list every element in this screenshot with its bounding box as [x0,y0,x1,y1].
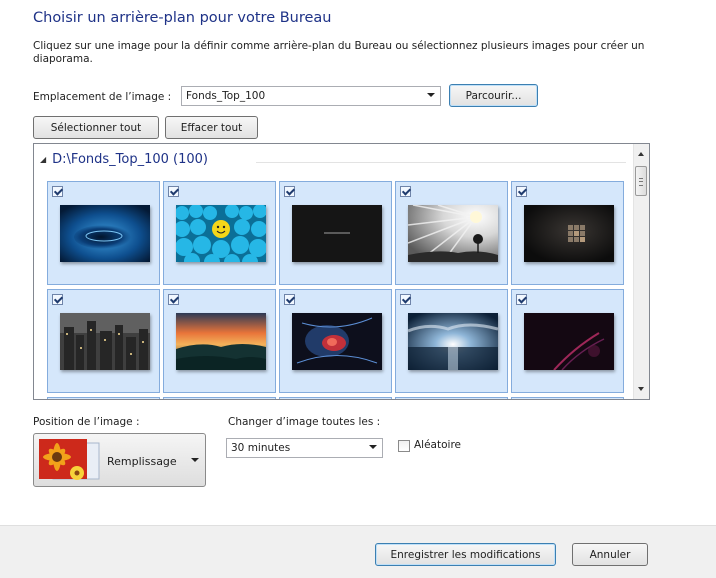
gallery-group-header[interactable]: ◢ D:\Fonds_Top_100 (100) [40,152,208,167]
page-title: Choisir un arrière-plan pour votre Burea… [33,10,332,26]
wallpaper-tile[interactable] [47,397,160,399]
expand-triangle-icon[interactable]: ◢ [40,155,46,164]
chevron-down-icon [191,458,199,462]
wallpaper-thumbnail-sunburst-tree [408,205,498,262]
location-dropdown-value: Fonds_Top_100 [186,90,266,102]
select-all-button[interactable]: Sélectionner tout [33,116,159,139]
tile-checkbox[interactable] [400,186,411,197]
wallpaper-tile[interactable] [511,397,624,399]
tile-checkbox[interactable] [52,294,63,305]
wallpaper-thumbnail-dark [292,205,382,262]
tile-checkbox[interactable] [284,186,295,197]
scroll-down-icon[interactable] [638,387,644,391]
clear-all-button[interactable]: Effacer tout [165,116,258,139]
tile-checkbox[interactable] [168,186,179,197]
wallpaper-tile[interactable] [47,289,160,393]
wallpaper-tile[interactable] [279,181,392,285]
location-label: Emplacement de l’image : [33,91,172,103]
wallpaper-thumbnail-abstract [292,313,382,370]
chevron-down-icon [427,93,435,97]
browse-button[interactable]: Parcourir... [449,84,538,107]
save-changes-button[interactable]: Enregistrer les modifications [375,543,556,566]
wallpaper-thumbnail-sunset [176,313,266,370]
tile-checkbox[interactable] [284,294,295,305]
wallpaper-tile[interactable] [395,289,508,393]
group-divider [256,162,626,163]
wallpaper-tile[interactable] [511,289,624,393]
cancel-button[interactable]: Annuler [572,543,648,566]
wallpaper-tile[interactable] [395,397,508,399]
wallpaper-tile[interactable] [163,397,276,399]
wallpaper-thumbnail-city [60,313,150,370]
wallpaper-tile[interactable] [163,289,276,393]
interval-dropdown-value: 30 minutes [231,442,291,454]
wallpaper-thumbnail-cube [524,205,614,262]
interval-dropdown[interactable]: 30 minutes [226,438,383,458]
location-dropdown[interactable]: Fonds_Top_100 [181,86,441,106]
wallpaper-tile[interactable] [279,289,392,393]
wallpaper-thumbnail-water-drop [60,205,150,262]
footer-bar: Enregistrer les modifications Annuler [0,525,716,578]
vertical-scrollbar[interactable] [633,144,649,399]
tile-checkbox[interactable] [516,294,527,305]
wallpaper-tile[interactable] [163,181,276,285]
wallpaper-tile[interactable] [395,181,508,285]
wallpaper-gallery[interactable]: ◢ D:\Fonds_Top_100 (100) [33,143,650,400]
wallpaper-tile[interactable] [279,397,392,399]
tile-checkbox[interactable] [168,294,179,305]
interval-label: Changer d’image toutes les : [228,416,381,428]
wallpaper-tile[interactable] [511,181,624,285]
page-description: Cliquez sur une image pour la définir co… [33,40,645,65]
wallpaper-thumbnail-sky [408,313,498,370]
tile-checkbox[interactable] [516,186,527,197]
chevron-down-icon [369,445,377,449]
wallpaper-tile[interactable] [47,181,160,285]
random-checkbox[interactable] [398,440,410,452]
scrollbar-thumb[interactable] [635,166,647,196]
position-dropdown[interactable]: Remplissage [33,433,206,487]
position-label: Position de l’image : [33,416,140,428]
random-label: Aléatoire [414,439,461,451]
scroll-up-icon[interactable] [638,152,644,156]
tile-checkbox[interactable] [400,294,411,305]
position-dropdown-value: Remplissage [107,455,177,468]
wallpaper-thumbnail-blue-balls [176,205,266,262]
grip-icon [639,178,643,186]
flower-wallpaper-icon [39,439,100,480]
tile-checkbox[interactable] [52,186,63,197]
gallery-group-label: D:\Fonds_Top_100 (100) [52,152,208,167]
wallpaper-thumbnail-purple-light [524,313,614,370]
